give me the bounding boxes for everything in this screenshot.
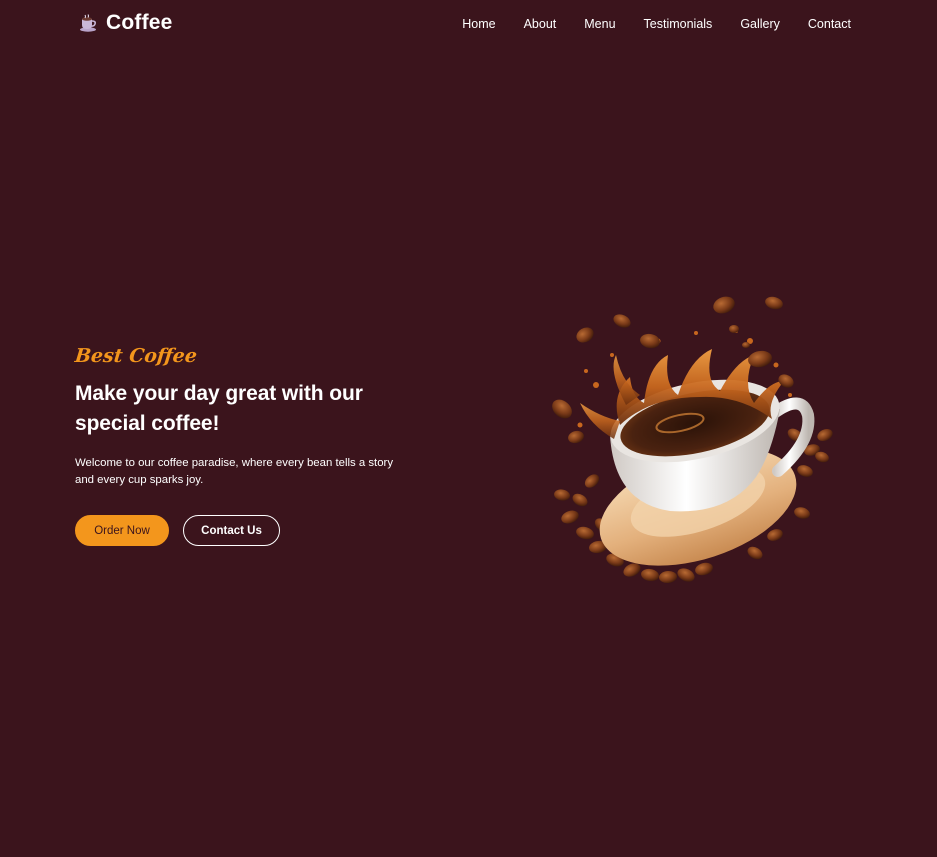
coffee-cup-splash-image (552, 296, 833, 584)
nav-link-home[interactable]: Home (462, 17, 495, 31)
nav-link-testimonials[interactable]: Testimonials (644, 17, 713, 31)
nav-link-gallery[interactable]: Gallery (740, 17, 780, 31)
hero-buttons: Order Now Contact Us (75, 515, 405, 546)
nav-item-contact: Contact (808, 15, 851, 33)
order-now-button[interactable]: Order Now (75, 515, 169, 546)
nav-item-menu: Menu (584, 15, 615, 33)
nav-link-contact[interactable]: Contact (808, 17, 851, 31)
nav-menu: Home About Menu Testimonials Gallery Con… (462, 15, 851, 33)
nav-item-gallery: Gallery (740, 15, 780, 33)
contact-us-button[interactable]: Contact Us (183, 515, 280, 546)
coffee-cup-icon (80, 14, 96, 32)
hero-title-line-2: special coffee! (75, 412, 220, 435)
navbar: Coffee Home About Menu Testimonials Gall… (0, 0, 937, 46)
hero-description: Welcome to our coffee paradise, where ev… (75, 457, 394, 486)
page: Coffee Home About Menu Testimonials Gall… (0, 0, 937, 857)
hero-title: Make your day great with our special cof… (75, 379, 405, 439)
nav-item-testimonials: Testimonials (644, 15, 713, 33)
nav-link-about[interactable]: About (524, 17, 557, 31)
nav-item-home: Home (462, 15, 495, 33)
nav-item-about: About (524, 15, 557, 33)
logo-text: Coffee (106, 11, 173, 34)
hero-subtitle: Best Coffee (73, 345, 199, 367)
logo-link[interactable]: Coffee (78, 10, 173, 36)
nav-link-menu[interactable]: Menu (584, 17, 615, 31)
hero-section: Best Coffee Make your day great with our… (73, 343, 405, 546)
hero-title-line-1: Make your day great with our (75, 382, 363, 405)
